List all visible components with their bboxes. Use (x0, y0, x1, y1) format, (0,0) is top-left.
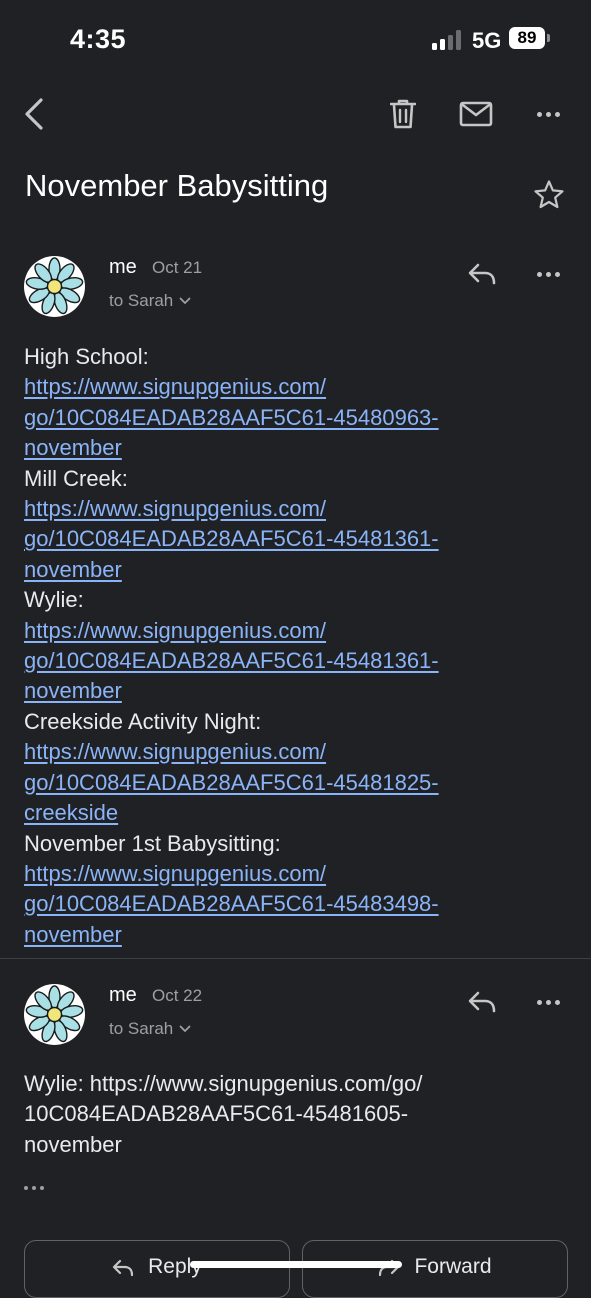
status-time: 4:35 (70, 24, 127, 54)
message-link[interactable]: go/10C084EADAB28AAF5C61-45481825- (24, 768, 569, 798)
message-text-line: November 1st Babysitting: (24, 830, 281, 856)
message-link[interactable]: november (24, 555, 569, 585)
message-link[interactable]: https://www.signupgenius.com/ (24, 859, 569, 889)
recipient-toggle[interactable]: to Sarah (109, 291, 191, 311)
message-text-line: Wylie: https://www.signupgenius.com/go/ (24, 1071, 423, 1096)
mark-unread-button[interactable] (454, 94, 498, 134)
message-link[interactable]: https://www.signupgenius.com/ (24, 616, 569, 646)
battery-icon: 89 (509, 27, 545, 49)
chevron-down-icon (179, 297, 191, 304)
trash-icon (390, 99, 416, 129)
message-text-line: Wylie: (24, 587, 84, 613)
message-more-button[interactable] (528, 256, 568, 292)
battery-level: 89 (517, 28, 537, 47)
message-text-line: 10C084EADAB28AAF5C61-45481605- (24, 1101, 409, 1127)
avatar[interactable] (24, 256, 85, 317)
reply-button[interactable] (462, 256, 502, 292)
star-button[interactable] (530, 176, 568, 214)
signal-icon (432, 28, 462, 50)
reply-button[interactable] (462, 984, 502, 1020)
message-date: Oct 22 (152, 986, 203, 1005)
more-horizontal-icon (536, 999, 560, 1005)
message-link[interactable]: https://www.signupgenius.com/ (24, 494, 569, 524)
back-button[interactable] (14, 92, 54, 136)
message-link[interactable]: go/10C084EADAB28AAF5C61-45481361- (24, 524, 569, 554)
message-link[interactable]: november (24, 433, 569, 463)
chevron-left-icon (25, 98, 43, 130)
forward-label: Forward (414, 1255, 492, 1278)
message-link[interactable]: https://www.signupgenius.com/ (24, 737, 569, 767)
daisy-avatar-icon (24, 256, 85, 317)
message-link[interactable]: go/10C084EADAB28AAF5C61-45481361- (24, 646, 569, 676)
more-horizontal-icon (24, 1186, 44, 1190)
message-link[interactable]: https://www.signupgenius.com/ (24, 372, 569, 402)
star-icon (534, 180, 564, 209)
recipient-label: to Sarah (109, 1019, 174, 1038)
message-link[interactable]: go/10C084EADAB28AAF5C61-45480963- (24, 403, 569, 433)
delete-button[interactable] (382, 92, 424, 136)
message-divider (0, 958, 591, 959)
sender-name: me (109, 984, 137, 1006)
more-options-button[interactable] (526, 94, 570, 134)
message-text-line: Creekside Activity Night: (24, 708, 262, 734)
reply-icon (468, 991, 496, 1013)
message-link[interactable]: go/10C084EADAB28AAF5C61-45483498- (24, 889, 569, 919)
reply-icon (468, 263, 496, 285)
more-horizontal-icon (536, 111, 560, 117)
show-trimmed-content-button[interactable] (24, 1178, 54, 1198)
message-date: Oct 21 (152, 258, 203, 277)
message-text-line: november (24, 1131, 122, 1157)
home-indicator[interactable] (190, 1261, 402, 1268)
sender-name: me (109, 256, 137, 278)
message-text-line: Mill Creek: (24, 465, 128, 491)
message-more-button[interactable] (528, 984, 568, 1020)
battery-tip (547, 34, 550, 42)
recipient-label: to Sarah (109, 291, 174, 310)
network-type: 5G (472, 28, 502, 53)
chevron-down-icon (179, 1025, 191, 1032)
recipient-toggle[interactable]: to Sarah (109, 1019, 191, 1039)
status-bar: 4:35 5G 89 (0, 0, 591, 80)
mail-icon (459, 101, 493, 127)
message-body: High School: https://www.signupgenius.com… (24, 342, 569, 950)
more-horizontal-icon (536, 271, 560, 277)
reply-icon (113, 1259, 134, 1277)
message-text-line: High School: (24, 344, 149, 369)
message-body: Wylie: https://www.signupgenius.com/go/1… (24, 1069, 569, 1160)
reply-action-button[interactable]: Reply (24, 1240, 290, 1298)
message-link[interactable]: november (24, 920, 569, 950)
avatar[interactable] (24, 984, 85, 1045)
daisy-avatar-icon (24, 984, 85, 1045)
forward-action-button[interactable]: Forward (302, 1240, 568, 1298)
message-link[interactable]: creekside (24, 798, 569, 828)
email-subject: November Babysitting (25, 168, 329, 203)
message-link[interactable]: november (24, 676, 569, 706)
